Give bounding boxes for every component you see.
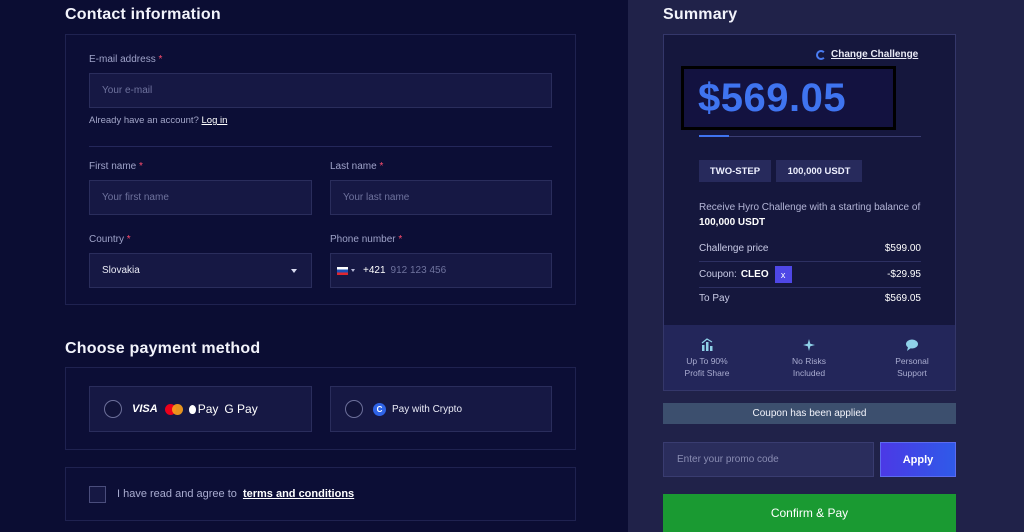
refresh-icon xyxy=(816,49,826,60)
first-name-label: First name * xyxy=(89,161,143,172)
remove-coupon-button[interactable]: x xyxy=(774,266,792,283)
total-price-box: $569.05 xyxy=(681,66,896,130)
feature-no-risks: No Risks Included xyxy=(769,338,849,379)
mastercard-icon xyxy=(164,403,183,415)
phone-label: Phone number * xyxy=(330,234,403,245)
challenge-type-chip: TWO-STEP xyxy=(699,160,771,182)
confirm-pay-button[interactable]: Confirm & Pay xyxy=(663,494,956,532)
crypto-radio[interactable] xyxy=(345,400,363,418)
support-chat-icon xyxy=(906,339,918,351)
visa-icon: VISA xyxy=(132,403,158,415)
description-amount: 100,000 USDT xyxy=(699,217,766,228)
summary-title: Summary xyxy=(663,6,738,23)
phone-field[interactable]: +421 912 123 456 xyxy=(330,253,552,288)
login-link[interactable]: Log in xyxy=(202,115,228,126)
balance-chip: 100,000 USDT xyxy=(776,160,862,182)
phone-code: +421 xyxy=(363,265,386,276)
promo-code-input[interactable]: Enter your promo code xyxy=(663,442,874,477)
country-value: Slovakia xyxy=(102,265,140,276)
card-payment-option[interactable]: VISA Pay G Pay xyxy=(89,386,312,432)
row-divider xyxy=(699,287,921,288)
flag-dropdown-icon xyxy=(351,269,355,272)
price-underline xyxy=(699,136,921,137)
challenge-description: Receive Hyro Challenge with a starting b… xyxy=(699,202,921,228)
last-name-field[interactable]: Your last name xyxy=(330,180,552,215)
login-note: Already have an account? Log in xyxy=(89,115,228,126)
coupon-applied-banner: Coupon has been applied xyxy=(663,403,956,424)
email-field[interactable]: Your e-mail xyxy=(89,73,552,108)
checkout-form-area: Contact information E-mail address * You… xyxy=(0,0,628,532)
feature-profit-share: Up To 90% Profit Share xyxy=(667,338,747,379)
crypto-coin-icon: C xyxy=(373,402,386,416)
slovakia-flag-icon[interactable] xyxy=(337,266,348,275)
phone-placeholder: 912 123 456 xyxy=(390,265,447,276)
chevron-down-icon xyxy=(291,269,297,273)
change-challenge-link[interactable]: Change Challenge xyxy=(816,49,918,60)
to-pay-row: To Pay $569.05 xyxy=(699,293,921,304)
feature-personal-support: Personal Support xyxy=(872,338,952,379)
terms-link[interactable]: terms and conditions xyxy=(243,488,354,500)
payment-title: Choose payment method xyxy=(65,340,261,357)
contact-title: Contact information xyxy=(65,6,221,23)
contact-divider xyxy=(89,146,552,147)
email-label: E-mail address * xyxy=(89,54,163,65)
terms-checkbox[interactable] xyxy=(89,486,106,503)
crypto-label: Pay with Crypto xyxy=(392,403,463,415)
country-label: Country * xyxy=(89,234,131,245)
apply-button[interactable]: Apply xyxy=(880,442,956,477)
profit-share-icon xyxy=(701,338,713,351)
sparkle-icon xyxy=(803,339,815,351)
coupon-row: Coupon: CLEO x -$29.95 xyxy=(699,266,921,283)
card-radio[interactable] xyxy=(104,400,122,418)
coupon-code: CLEO xyxy=(740,269,769,280)
apple-pay-icon: Pay xyxy=(188,402,218,416)
first-name-field[interactable]: Your first name xyxy=(89,180,312,215)
country-select[interactable]: Slovakia xyxy=(89,253,312,288)
google-pay-icon: G Pay xyxy=(224,402,258,416)
price-underline-accent xyxy=(699,135,729,137)
terms-text: I have read and agree to terms and condi… xyxy=(117,488,355,500)
challenge-price-row: Challenge price $599.00 xyxy=(699,243,921,254)
total-price: $569.05 xyxy=(684,69,893,127)
crypto-payment-option[interactable]: C Pay with Crypto xyxy=(330,386,552,432)
row-divider xyxy=(699,261,921,262)
last-name-label: Last name * xyxy=(330,161,384,172)
